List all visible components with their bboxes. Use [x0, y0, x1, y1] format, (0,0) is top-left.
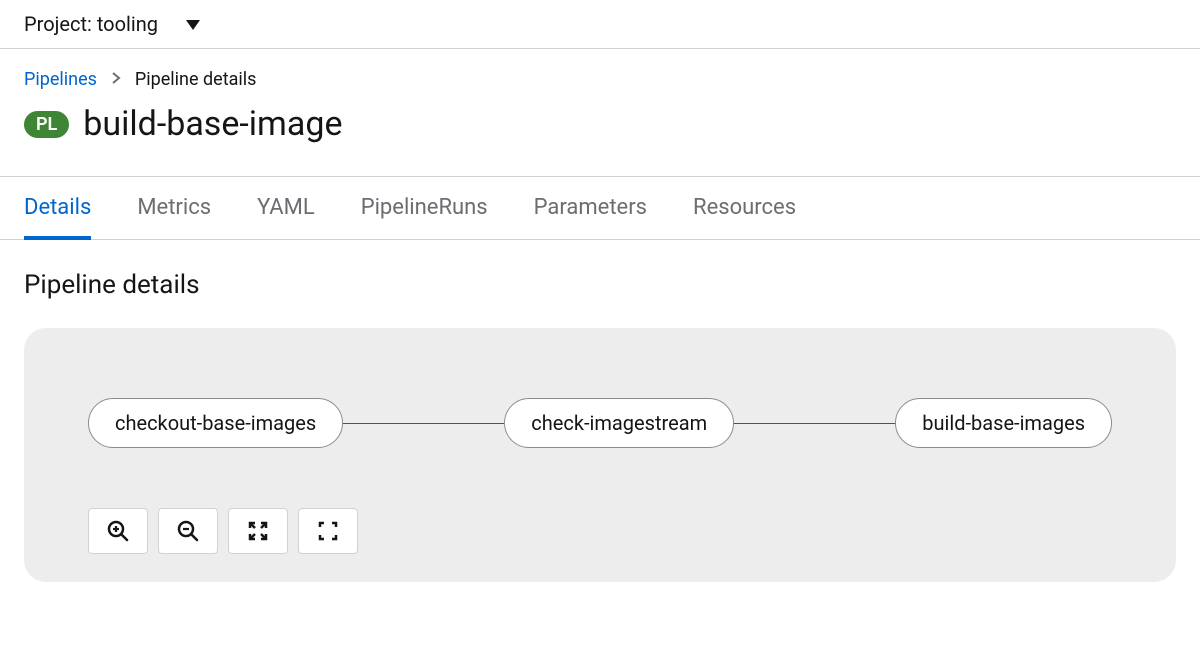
tab-details[interactable]: Details [24, 177, 91, 240]
fit-to-screen-button[interactable] [228, 508, 288, 554]
zoom-out-button[interactable] [158, 508, 218, 554]
pipeline-graph: checkout-base-images check-imagestream b… [88, 398, 1112, 448]
zoom-in-icon [107, 520, 129, 542]
section-pipeline-details: Pipeline details checkout-base-images ch… [0, 240, 1200, 612]
tab-yaml[interactable]: YAML [257, 177, 315, 240]
project-selector[interactable]: Project: tooling [0, 0, 1200, 49]
pipeline-node[interactable]: check-imagestream [504, 398, 734, 448]
fit-icon [247, 520, 269, 542]
tabs: Details Metrics YAML PipelineRuns Parame… [0, 176, 1200, 240]
fullscreen-icon [318, 521, 338, 541]
breadcrumb-current: Pipeline details [135, 69, 257, 90]
tab-pipelineruns[interactable]: PipelineRuns [361, 177, 488, 240]
zoom-out-icon [177, 520, 199, 542]
pipeline-badge: PL [24, 111, 69, 138]
breadcrumb: Pipelines Pipeline details [0, 49, 1200, 100]
breadcrumb-link-pipelines[interactable]: Pipelines [24, 69, 97, 90]
project-selector-label: Project: tooling [24, 12, 158, 36]
graph-toolbar [88, 508, 1112, 554]
pipeline-edge [343, 423, 504, 424]
page-title: build-base-image [83, 104, 342, 144]
zoom-in-button[interactable] [88, 508, 148, 554]
section-title: Pipeline details [24, 270, 1176, 300]
tab-parameters[interactable]: Parameters [534, 177, 647, 240]
pipeline-edge [734, 423, 895, 424]
fullscreen-button[interactable] [298, 508, 358, 554]
page-header: PL build-base-image [0, 100, 1200, 176]
tab-metrics[interactable]: Metrics [137, 177, 211, 240]
caret-down-icon [186, 15, 200, 34]
tab-resources[interactable]: Resources [693, 177, 796, 240]
pipeline-graph-panel: checkout-base-images check-imagestream b… [24, 328, 1176, 582]
pipeline-node[interactable]: checkout-base-images [88, 398, 343, 448]
pipeline-node[interactable]: build-base-images [895, 398, 1112, 448]
chevron-right-icon [111, 69, 121, 90]
